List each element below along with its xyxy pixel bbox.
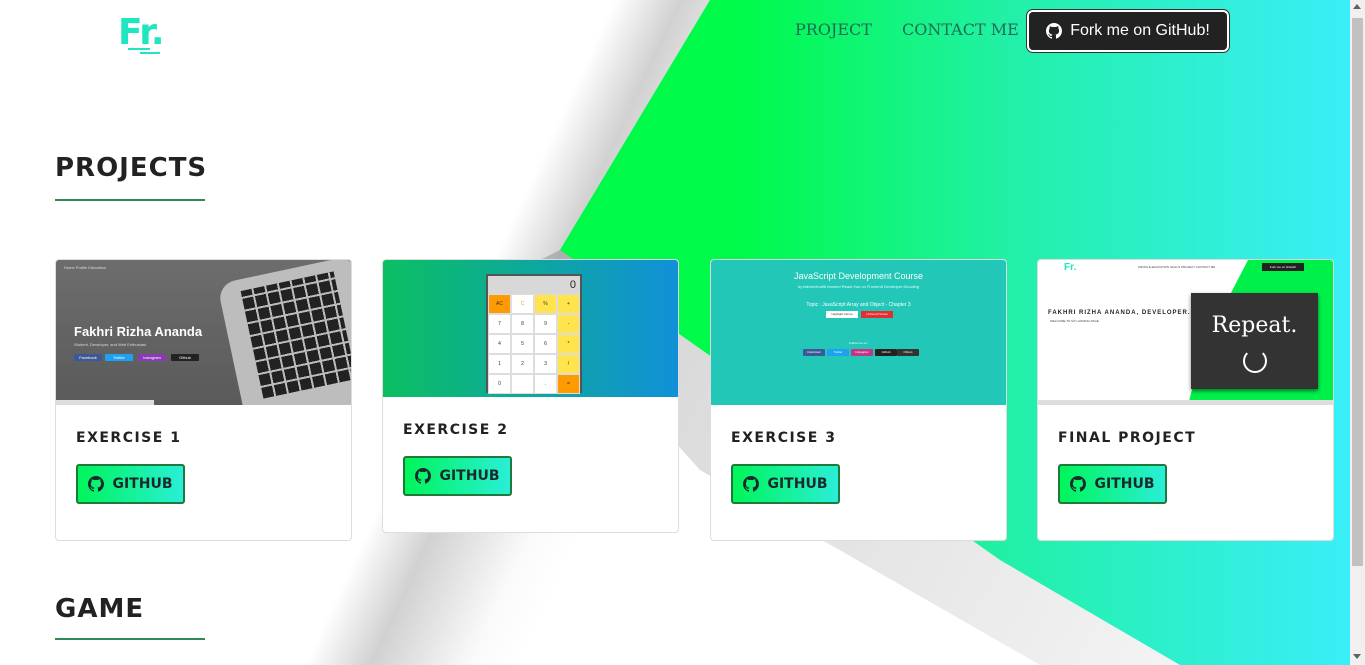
project-title: EXERCISE 1	[76, 430, 182, 446]
calculator-key: 2	[511, 354, 534, 374]
calculator-key	[511, 374, 534, 394]
project-thumbnail: JavaScript Development Course by fakhrir…	[711, 260, 1006, 405]
logo-underline	[140, 52, 160, 54]
thumb-social: Others	[897, 349, 919, 356]
thumb-name: Fakhri Rizha Ananda	[74, 324, 203, 339]
calculator-key: 5	[511, 334, 534, 354]
thumb-welcome: WELCOME TO MY LANDING PAGE	[1050, 319, 1099, 323]
thumb-github-button: Github	[171, 354, 199, 361]
calculator-key: =	[557, 374, 580, 394]
project-title: EXERCISE 2	[403, 422, 509, 438]
calculator-key: *	[557, 334, 580, 354]
project-card-exercise-2: 0 AC C% +7 8 9- 4 5 6 * 1 2 3/ 0. = EXERCISE 2 GITHUB	[382, 259, 679, 533]
calculator-key: %	[534, 294, 557, 314]
calculator-key: AC	[488, 294, 511, 314]
calculator-key: 3	[534, 354, 557, 374]
thumb-twitter-button: Twitter	[105, 354, 133, 361]
github-button[interactable]: GITHUB	[76, 464, 185, 504]
nav-link-contact-me[interactable]: CONTACT ME	[902, 20, 1019, 39]
thumb-follow: Follow me on:	[849, 341, 868, 345]
project-card-exercise-1: Home Profile Education Fakhri Rizha Anan…	[55, 259, 352, 541]
project-thumbnail: Home Profile Education Fakhri Rizha Anan…	[56, 260, 351, 405]
thumb-social: Github	[875, 349, 897, 356]
calculator-image: 0 AC C% +7 8 9- 4 5 6 * 1 2 3/ 0. =	[486, 274, 582, 394]
github-button[interactable]: GITHUB	[1058, 464, 1167, 504]
fork-button-label: Fork me on GitHub!	[1070, 22, 1210, 39]
projects-heading-rule	[55, 199, 205, 201]
github-icon	[88, 476, 105, 492]
thumb-instagram-button: Instagram	[138, 354, 166, 361]
github-button-label: GITHUB	[439, 468, 500, 484]
calculator-keys: AC C% +7 8 9- 4 5 6 * 1 2 3/ 0. =	[488, 294, 580, 394]
thumb-logo: Fr.	[1064, 262, 1077, 273]
calculator-key: 6	[534, 334, 557, 354]
thumb-progress	[56, 400, 154, 405]
project-card-final-project: Fr. PROFILE EDUCATION SKILLS PROJECT CON…	[1037, 259, 1334, 541]
repeat-icon	[1243, 349, 1267, 373]
calculator-key: 7	[488, 314, 511, 334]
github-button-label: GITHUB	[112, 476, 173, 492]
github-button[interactable]: GITHUB	[731, 464, 840, 504]
github-icon	[1070, 476, 1087, 492]
github-icon	[1046, 23, 1063, 39]
project-title: FINAL PROJECT	[1058, 430, 1197, 446]
calculator-key: /	[557, 354, 580, 374]
thumb-social: Twitter	[827, 349, 849, 356]
calculator-key: 0	[488, 374, 511, 394]
game-heading: GAME	[55, 594, 145, 624]
project-thumbnail: 0 AC C% +7 8 9- 4 5 6 * 1 2 3/ 0. =	[383, 260, 678, 397]
calculator-key: 4	[488, 334, 511, 354]
thumb-subtitle: Student, Developer, and Web Enthusiast	[74, 342, 146, 347]
nav-link-project[interactable]: PROJECT	[795, 20, 872, 39]
thumb-facebook-button: Facebook	[74, 354, 102, 361]
calculator-key: 8	[511, 314, 534, 334]
scroll-down-icon[interactable]	[1353, 654, 1361, 659]
thumb-nav: Home Profile Education	[64, 265, 107, 270]
github-button-label: GITHUB	[767, 476, 828, 492]
calculator-key: +	[557, 294, 580, 314]
calculator-key: .	[534, 374, 557, 394]
github-icon	[743, 476, 760, 492]
project-thumbnail: Fr. PROFILE EDUCATION SKILLS PROJECT CON…	[1038, 260, 1333, 405]
calculator-key: 1	[488, 354, 511, 374]
thumb-subtitle: by fakhririzha96 learned React,Vue on Fr…	[797, 284, 920, 289]
thumb-social: Facebook	[803, 349, 825, 356]
project-title: EXERCISE 3	[731, 430, 837, 446]
thumb-nav: PROFILE EDUCATION SKILLS PROJECT CONTACT…	[1138, 265, 1216, 269]
thumb-pill: Unbound Venue	[861, 311, 893, 318]
scrollbar-thumb[interactable]	[1352, 18, 1363, 566]
thumb-social: Instagram	[851, 349, 873, 356]
project-card-exercise-3: JavaScript Development Course by fakhrir…	[710, 259, 1007, 541]
logo-underline	[128, 48, 150, 50]
thumb-heading: JavaScript Development Course	[793, 271, 924, 281]
scroll-up-icon[interactable]	[1353, 4, 1361, 9]
github-button-label: GITHUB	[1094, 476, 1155, 492]
projects-heading: PROJECTS	[55, 153, 208, 183]
thumb-header: FAKHRI RIZHA ANANDA, DEVELOPER.	[1048, 310, 1191, 316]
thumb-fork-button: Fork me on GitHub!	[1262, 263, 1304, 271]
fork-on-github-button[interactable]: Fork me on GitHub!	[1027, 10, 1229, 52]
thumb-slide-text: Repeat.	[1211, 313, 1298, 338]
calculator-key: C	[511, 294, 534, 314]
calculator-display: 0	[488, 276, 580, 294]
thumb-scrollbar	[1038, 400, 1333, 405]
calculator-key: 9	[534, 314, 557, 334]
logo[interactable]: Fr.	[118, 12, 165, 53]
thumb-pill: Highlight Venue	[826, 311, 858, 318]
thumb-slider: Repeat.	[1191, 293, 1318, 389]
github-button[interactable]: GITHUB	[403, 456, 512, 496]
calculator-key: -	[557, 314, 580, 334]
thumb-topic: Topic : JavaScript Array and Object - Ch…	[806, 302, 911, 308]
github-icon	[415, 468, 432, 484]
game-heading-rule	[55, 638, 205, 640]
